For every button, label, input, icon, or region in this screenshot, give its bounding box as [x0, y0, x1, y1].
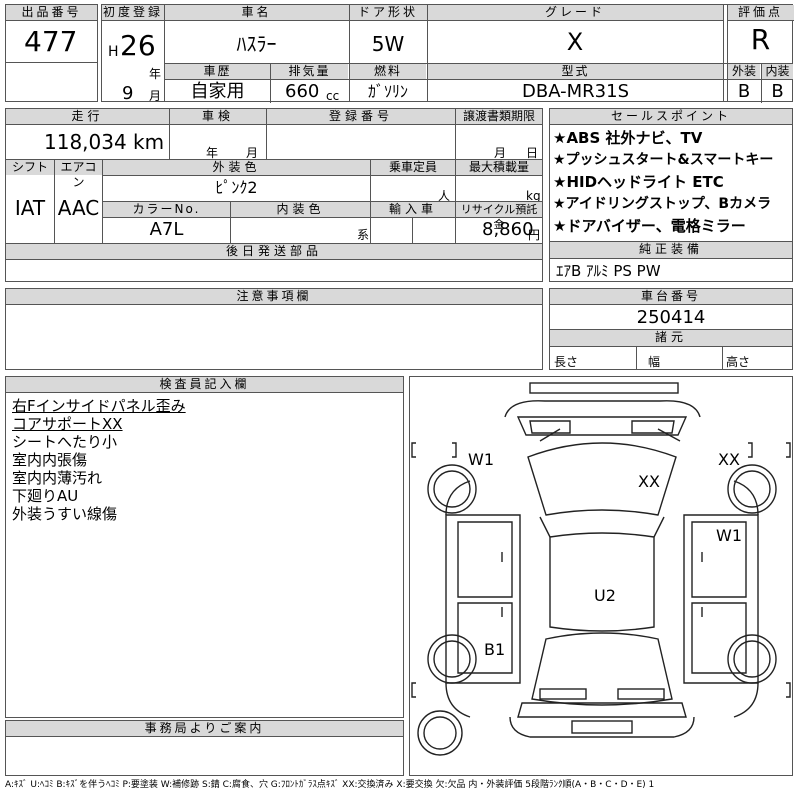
- inspector-label: 検査員記入欄: [6, 377, 403, 393]
- plate-label: 登録番号: [267, 109, 455, 125]
- office-box: 事務局よりご案内: [5, 720, 404, 776]
- sales-point: ★ABS 社外ナビ、TV: [553, 129, 703, 147]
- first-reg-label: 初度登録: [102, 5, 164, 21]
- transfer-label: 譲渡書類期限: [456, 109, 542, 125]
- import-label: 輸入車: [371, 202, 455, 217]
- ext-color: ﾋﾟﾝｸ2: [215, 178, 258, 197]
- car-diagram-svg: [411, 382, 791, 756]
- car-name-label: 車名: [164, 5, 349, 21]
- legend: A:ｷｽﾞ U:ﾍｺﾐ B:ｷｽﾞを伴うﾍｺﾐ P:要塗装 W:補修跡 S:錆 …: [5, 780, 655, 790]
- equipment-label: 純正装備: [550, 242, 792, 258]
- spec-length-label: 長さ: [554, 355, 579, 369]
- inspector-note: コアサポートXX: [12, 415, 123, 433]
- equipment-value: ｴｱB ｱﾙﾐ PS PW: [556, 262, 661, 280]
- diagram-mark: XX: [638, 472, 660, 491]
- diagram-mark: W1: [716, 526, 742, 545]
- lot-number: 477: [24, 25, 78, 58]
- ext-color-label: 外装色: [103, 160, 370, 175]
- spec-width-label: 幅: [648, 355, 661, 369]
- mileage-unit: km: [133, 130, 165, 154]
- sales-points-box: セールスポイント ★ABS 社外ナビ、TV ★プッシュスタート&スマートキー ★…: [549, 108, 793, 282]
- era: H: [108, 44, 119, 60]
- interior-grade: B: [771, 81, 784, 102]
- load-label: 最大積載量: [456, 160, 542, 175]
- inspector-note: シートへたり小: [12, 433, 118, 451]
- specs-label: 諸元: [550, 330, 792, 346]
- diagram-mark: W1: [468, 450, 494, 469]
- color-no: A7L: [149, 219, 184, 240]
- model-code: DBA-MR31S: [522, 81, 629, 102]
- door-label: ドア形状: [349, 5, 427, 21]
- exterior-label: 外装: [728, 64, 760, 79]
- color-no-label: カラーNo.: [103, 202, 230, 217]
- spec-height-label: 高さ: [726, 355, 751, 369]
- sales-point: ★HIDヘッドライト ETC: [553, 173, 724, 191]
- caution-box: 注意事項欄: [5, 288, 543, 370]
- exterior-grade: B: [737, 81, 751, 102]
- diagram-mark: B1: [484, 640, 506, 659]
- grade: X: [566, 28, 584, 56]
- car-diagram: W1 XX XX W1 U2 B1: [409, 376, 793, 776]
- inspector-notes: 右Fインサイドパネル歪み コアサポートXX シートへたり小 室内内張傷 室内内薄…: [12, 397, 186, 523]
- main-header-block: 初度登録 車名 ドア形状 グレード 評価点 H 26 年 9 月 ﾊｽﾗｰ 5W…: [101, 4, 794, 104]
- model-code-label: 型式: [428, 64, 723, 79]
- month-unit: 月: [149, 89, 162, 103]
- door-type: 5W: [371, 32, 405, 56]
- inspector-note: 下廻りAU: [12, 487, 79, 505]
- chassis-number: 250414: [636, 307, 706, 328]
- recycle-label: リサイクル預託金: [456, 202, 542, 231]
- first-reg-year: 26: [120, 29, 156, 62]
- fuel-label: 燃料: [350, 64, 426, 79]
- mileage: 118,034: [44, 130, 127, 154]
- rating-label: 評価点: [727, 5, 794, 21]
- diagram-mark: XX: [718, 450, 740, 469]
- capacity-label: 乗車定員: [371, 160, 455, 175]
- year-unit: 年: [149, 67, 162, 81]
- caution-label: 注意事項欄: [6, 289, 542, 305]
- inspector-note: 右Fインサイドパネル歪み: [12, 397, 186, 415]
- grade-label: グレード: [427, 5, 723, 21]
- inspector-note: 室内内張傷: [12, 451, 88, 469]
- rating: R: [750, 23, 771, 56]
- sales-point: ★ドアバイザー、電格ミラー: [553, 217, 746, 235]
- inspector-note: 外装うすい線傷: [12, 505, 118, 523]
- recycle-fee: 8,860: [482, 219, 534, 240]
- car-name: ﾊｽﾗｰ: [236, 32, 277, 56]
- ac: AAC: [57, 196, 100, 220]
- shift: IAT: [14, 196, 46, 220]
- ac-label: エアコン: [55, 160, 102, 189]
- int-color-label: 内装色: [231, 202, 370, 217]
- interior-label: 内装: [762, 64, 793, 79]
- chassis-box: 車台番号 250414 諸元 長さ 幅 高さ: [549, 288, 793, 370]
- history-label: 車歴: [165, 64, 270, 79]
- inspection-label: 車検: [170, 109, 266, 125]
- chassis-label: 車台番号: [550, 289, 792, 305]
- later-parts-label: 後日発送部品: [6, 244, 542, 259]
- lot-box: 出品番号 477: [5, 4, 98, 102]
- first-reg-month: 9: [122, 83, 134, 104]
- fuel: ｶﾞｿﾘﾝ: [367, 82, 408, 101]
- shift-label: シフト: [6, 160, 54, 175]
- lot-label: 出品番号: [6, 5, 97, 21]
- diagram-mark: U2: [594, 586, 616, 605]
- inspector-note: 室内内薄汚れ: [12, 469, 103, 487]
- office-label: 事務局よりご案内: [6, 721, 403, 737]
- displacement-label: 排気量: [271, 64, 348, 79]
- sales-points-label: セールスポイント: [550, 109, 792, 125]
- sales-point: ★プッシュスタート&スマートキー: [553, 152, 774, 168]
- sales-point: ★アイドリングストップ、Bカメラ: [553, 196, 772, 212]
- history: 自家用: [190, 81, 245, 102]
- inspector-box: 検査員記入欄 右Fインサイドパネル歪み コアサポートXX シートへたり小 室内内…: [5, 376, 404, 718]
- vehicle-detail-block: 走行 車検 登録番号 譲渡書類期限 118,034 km 年 月 月 日 シフト…: [5, 108, 543, 282]
- mileage-label: 走行: [6, 109, 169, 125]
- sales-points-list: ★ABS 社外ナビ、TV ★プッシュスタート&スマートキー ★HIDヘッドライト…: [553, 127, 773, 237]
- displacement-unit: cc: [326, 89, 340, 103]
- displacement: 660: [285, 81, 320, 102]
